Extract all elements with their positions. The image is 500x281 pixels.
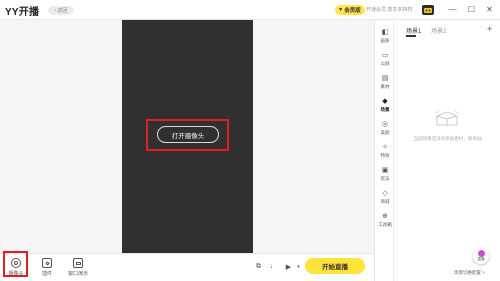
material-icon: ▤ [381, 75, 389, 82]
empty-state-text: 当前场景还没有添加素材，请添加! [413, 136, 483, 141]
close-button[interactable]: ✕ [484, 4, 495, 15]
vip-badge[interactable]: ♥ 会员版 [335, 5, 365, 15]
back-arrow-icon: ‹ [54, 7, 57, 14]
window-demo-icon [73, 258, 83, 268]
play-icon: ▣ [381, 167, 389, 174]
app-title: YY开播 [5, 7, 40, 18]
plugin-tool-button[interactable]: 插件 [34, 258, 60, 280]
tab-scene-1[interactable]: 场景1 [406, 26, 421, 35]
plugin-icon [42, 258, 52, 268]
window-demo-tool-button[interactable]: 窗口演示 [65, 258, 91, 280]
add-scene-button[interactable]: + [487, 24, 492, 34]
sidebar-item-toolbox[interactable]: ⊕ 工具箱 [375, 212, 395, 232]
scene-switch-config-link[interactable]: 场景切换配置 > [454, 270, 485, 276]
heart-icon: ♥ [339, 7, 343, 13]
sidebar-item-material[interactable]: ▤ 素材 [375, 74, 395, 94]
sidebar-item-effects[interactable]: ✧ 特效 [375, 143, 395, 163]
active-tab-indicator [406, 35, 416, 37]
layers-icon: ◆ [382, 98, 388, 105]
maximize-button[interactable]: ☐ [466, 4, 477, 15]
plugin-tool-label: 插件 [41, 271, 52, 277]
layout-icon[interactable]: ⧉ [254, 262, 263, 271]
chat-icon: ▭ [381, 52, 389, 59]
quality-icon: ◧ [381, 29, 389, 36]
avatar[interactable] [422, 5, 434, 15]
microphone-icon[interactable]: ♩ [269, 262, 278, 271]
empty-box-icon [434, 110, 460, 126]
sidebar-item-quality[interactable]: ◧ 画质 [375, 28, 395, 48]
open-camera-button[interactable]: 打开摄像头 [157, 126, 219, 143]
feature-sidebar: ◧ 画质 ▭ 公屏 ▤ 素材 ◆ 场景 ◎ 美颜 ✧ 特效 ▣ 玩法 ◇ 商城 … [374, 20, 394, 281]
start-live-button[interactable]: 开始直播 [305, 258, 365, 274]
window-demo-tool-label: 窗口演示 [67, 271, 88, 277]
back-button[interactable]: ‹ 返回 [48, 6, 74, 15]
video-camera-icon[interactable]: ▶ [284, 262, 293, 271]
tab-scene-2[interactable]: 场景2 [431, 26, 446, 35]
live-icon [477, 250, 485, 257]
sidebar-item-chat[interactable]: ▭ 公屏 [375, 51, 395, 71]
sparkle-icon: ✧ [382, 144, 388, 151]
sidebar-item-play[interactable]: ▣ 玩法 [375, 166, 395, 186]
shop-icon: ◇ [382, 190, 388, 197]
title-bar: YY开播 ‹ 返回 ♥ 会员版 开通会员 尊享多特权 — ☐ ✕ [0, 0, 500, 20]
toolbox-icon: ⊕ [382, 213, 388, 220]
sidebar-item-shop[interactable]: ◇ 商城 [375, 189, 395, 209]
vip-promo-text[interactable]: 开通会员 尊享多特权 [366, 6, 412, 13]
chevron-down-icon[interactable]: ▾ [294, 262, 303, 271]
camera-highlight-box [3, 251, 28, 277]
beauty-icon: ◎ [381, 121, 389, 128]
live-float-button[interactable]: 直播 [473, 248, 489, 264]
minimize-button[interactable]: — [447, 4, 458, 15]
sidebar-item-scene[interactable]: ◆ 场景 [375, 97, 395, 117]
scene-panel: 场景1 场景2 + 当前场景还没有添加素材，请添加! 直播 场景切换配置 > [394, 20, 500, 281]
sidebar-item-beauty[interactable]: ◎ 美颜 [375, 120, 395, 140]
